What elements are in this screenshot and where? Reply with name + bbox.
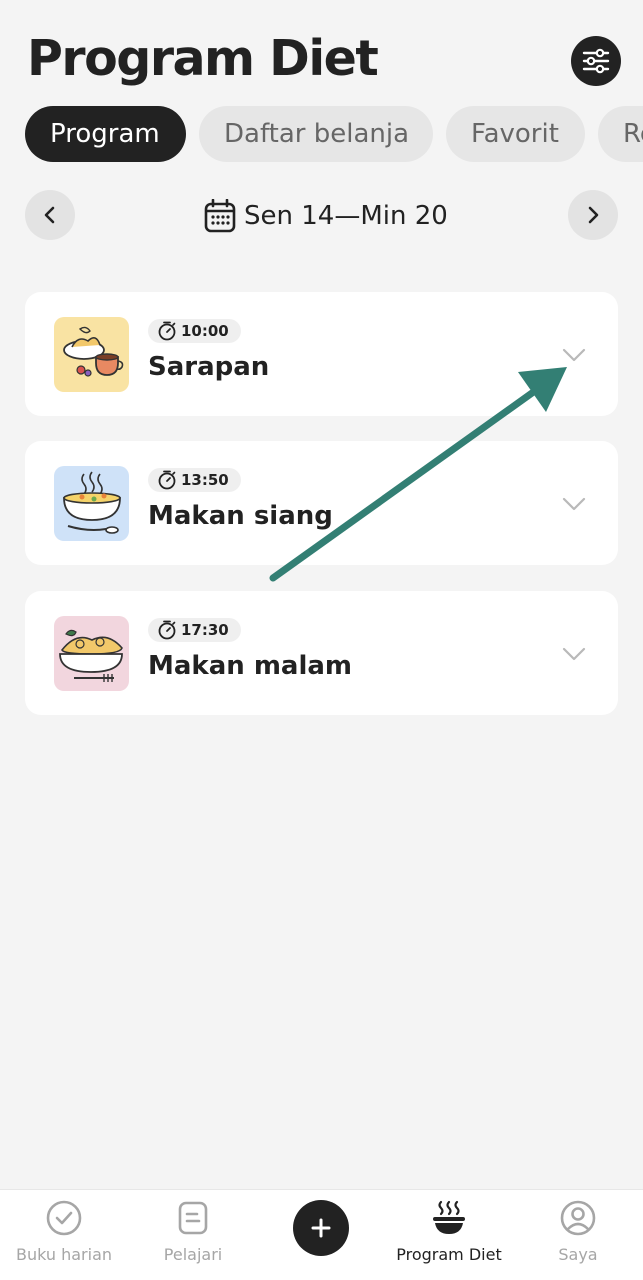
user-circle-icon [560,1200,596,1236]
nav-label: Buku harian [15,1245,113,1264]
nav-label: Saya [558,1245,598,1264]
prev-week-button[interactable] [25,190,75,240]
chevron-left-icon [44,206,55,224]
stopwatch-icon [158,470,176,490]
meal-name: Makan malam [148,651,353,681]
calendar-icon [204,199,236,233]
page-title: Program Diet [27,30,379,87]
meal-time: 10:00 [181,322,229,340]
nav-label: Program Diet [396,1245,502,1264]
check-circle-icon [46,1200,82,1236]
meal-time-badge: 10:00 [148,319,241,343]
meal-time: 13:50 [181,471,229,489]
meal-card-sarapan[interactable]: 10:00 Sarapan [25,292,618,416]
nav-program-diet[interactable]: Program Diet [379,1198,519,1273]
sliders-icon [582,48,610,74]
stopwatch-icon [158,620,176,640]
nav-saya[interactable]: Saya [508,1198,643,1273]
pasta-bowl-icon [54,616,129,691]
meal-name: Makan siang [148,501,333,531]
nav-pelajari[interactable]: Pelajari [123,1198,263,1273]
tab-daftar-belanja[interactable]: Daftar belanja [199,106,433,162]
week-range-label: Sen 14—Min 20 [244,201,448,231]
chevron-down-icon[interactable] [561,491,587,517]
soup-bowl-icon [54,466,129,541]
tab-program[interactable]: Program [25,106,186,162]
header: Program Diet [0,0,643,100]
week-range[interactable]: Sen 14—Min 20 [204,196,448,236]
tab-favorit[interactable]: Favorit [446,106,585,162]
bottom-nav: Buku harian Pelajari Program Diet Saya [0,1189,643,1280]
meal-card-makan-siang[interactable]: 13:50 Makan siang [25,441,618,565]
meal-time: 17:30 [181,621,229,639]
meal-name: Sarapan [148,352,270,382]
tab-partial[interactable]: Re [598,106,643,162]
nav-buku-harian[interactable]: Buku harian [0,1198,134,1273]
steaming-bowl-icon [433,1200,465,1234]
chevron-right-icon [588,206,599,224]
meal-time-badge: 13:50 [148,468,241,492]
nav-label: Pelajari [163,1245,223,1264]
chevron-down-icon[interactable] [561,641,587,667]
breakfast-icon [54,317,129,392]
plus-icon [311,1218,331,1238]
stopwatch-icon [158,321,176,341]
filter-button[interactable] [571,36,621,86]
document-icon [178,1201,208,1235]
next-week-button[interactable] [568,190,618,240]
meal-card-makan-malam[interactable]: 17:30 Makan malam [25,591,618,715]
chevron-down-icon[interactable] [561,342,587,368]
add-button[interactable] [293,1200,349,1256]
tab-bar: Program Daftar belanja Favorit Re [0,106,643,162]
meal-time-badge: 17:30 [148,618,241,642]
